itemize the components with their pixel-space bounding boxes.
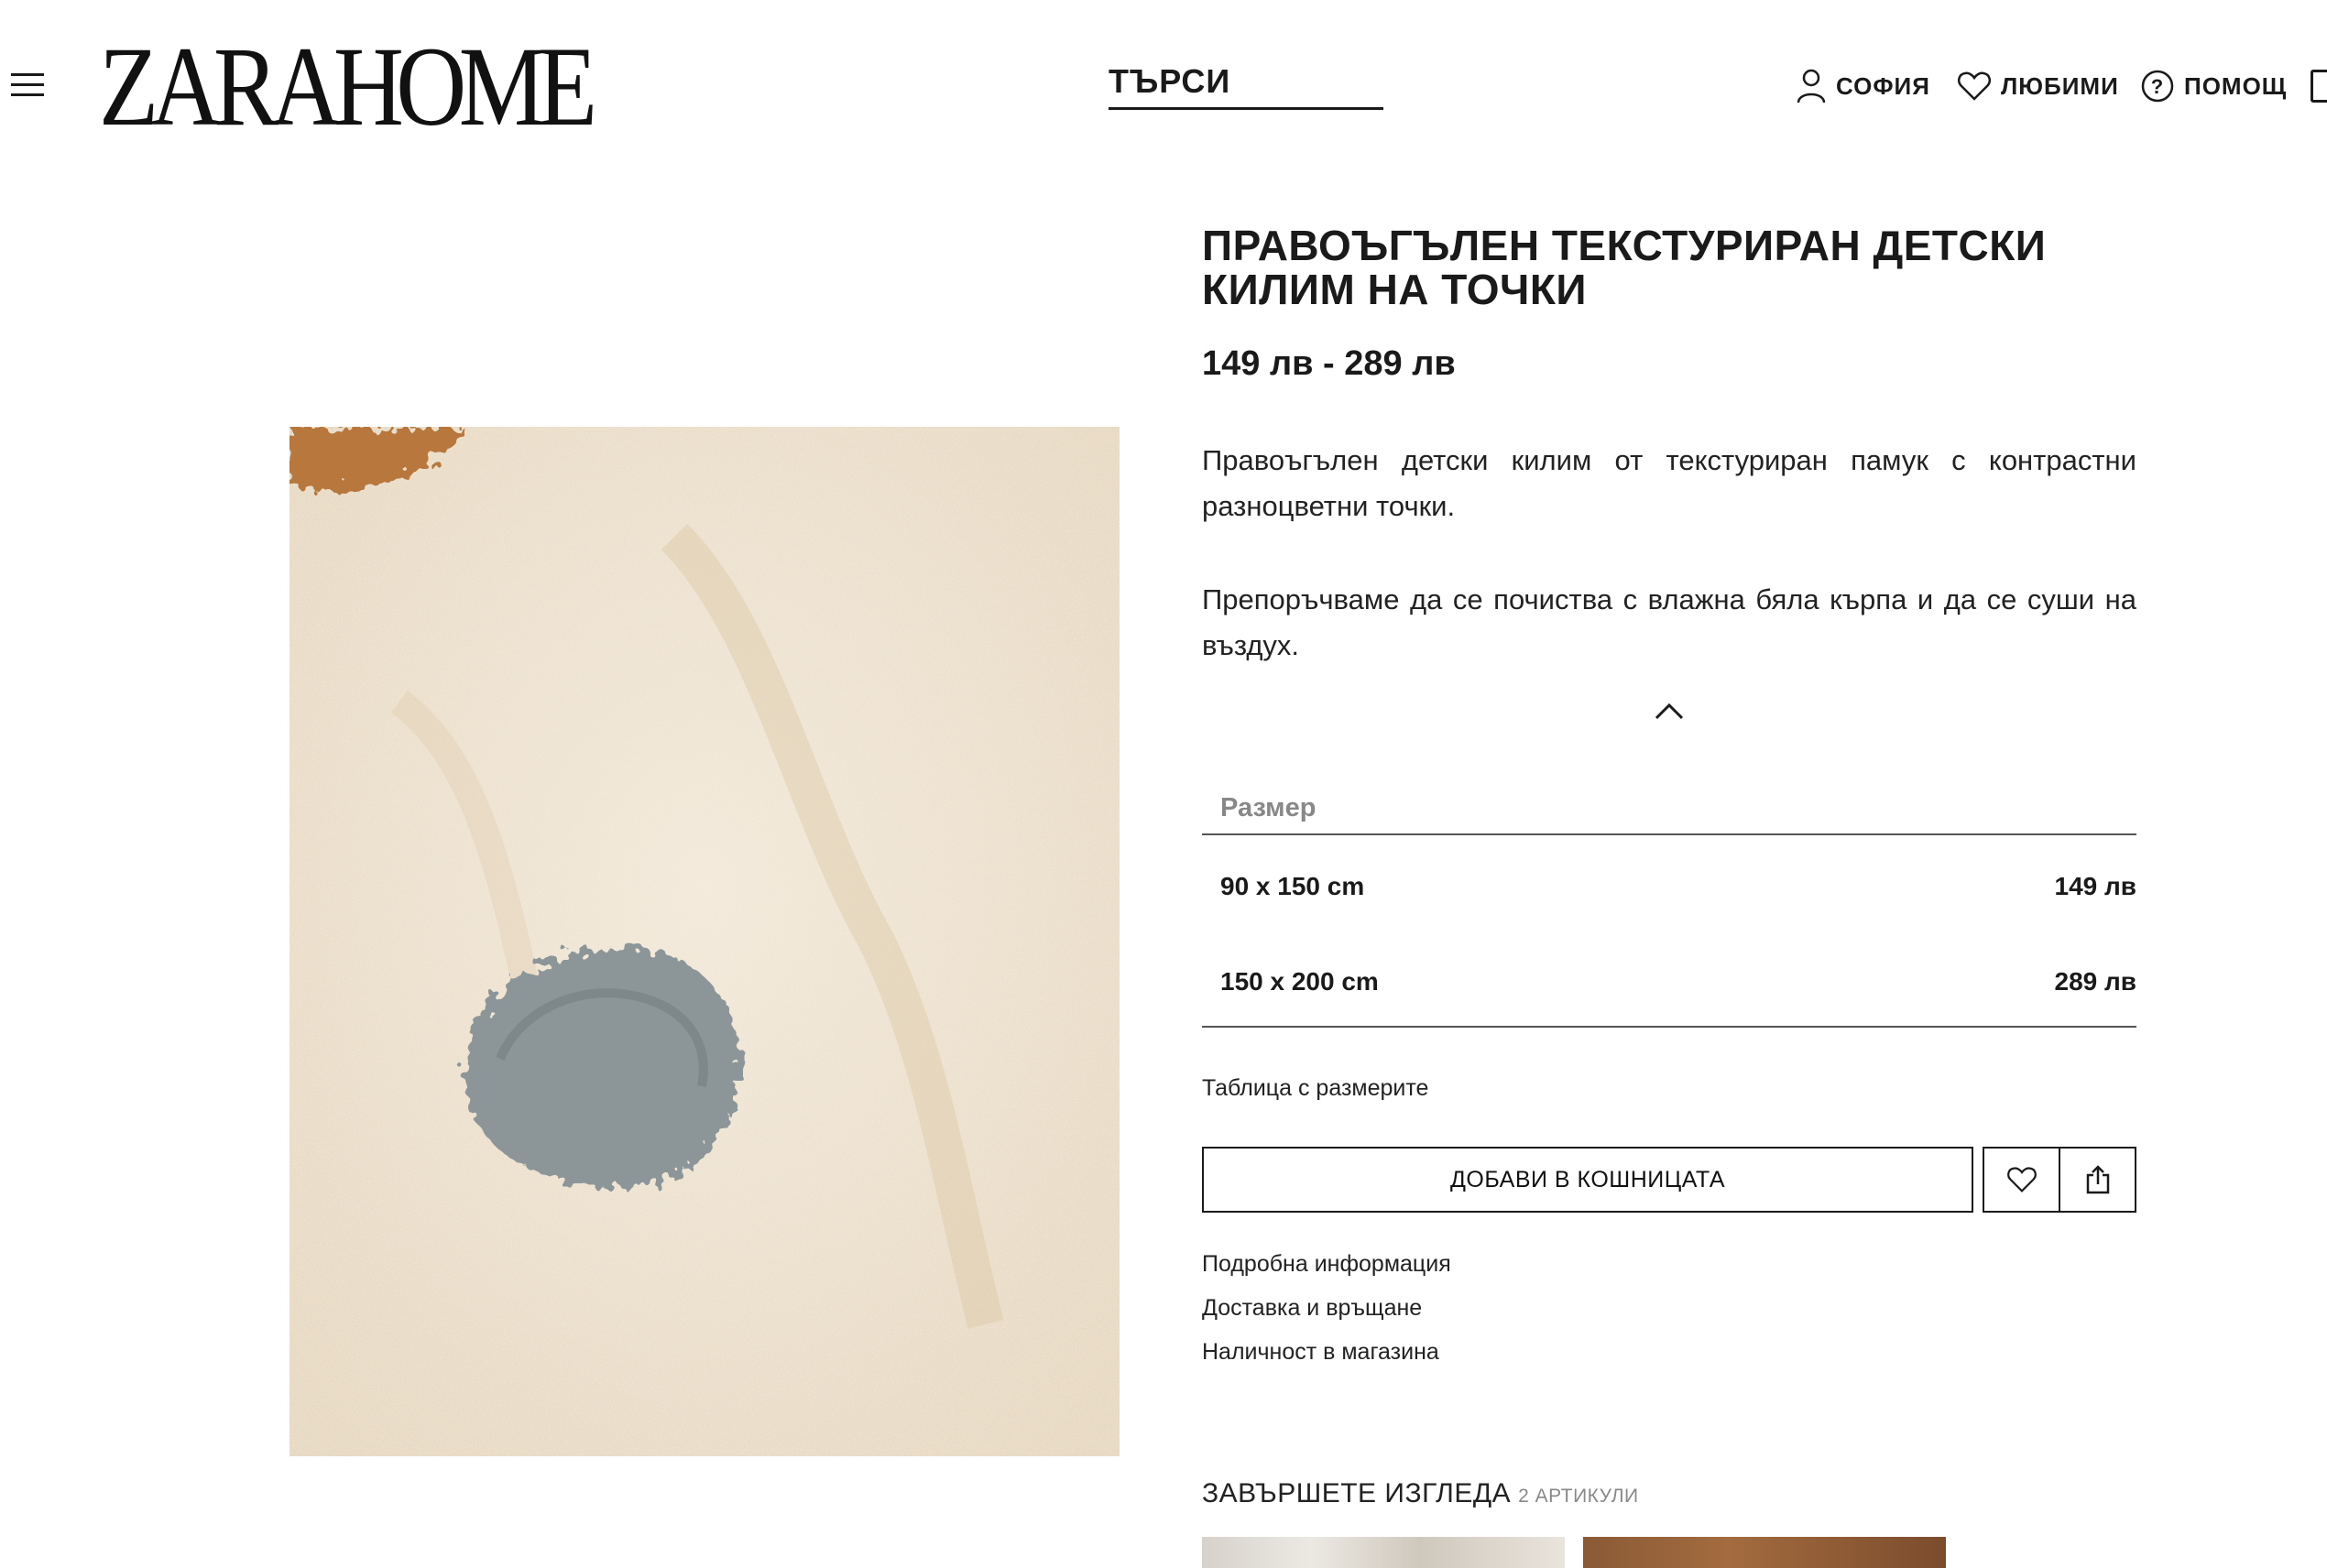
nav-store-location[interactable]: СОФИЯ <box>1796 64 1930 108</box>
size-option[interactable]: 150 x 200 cm 289 лв <box>1202 954 2136 1009</box>
product-care: Препоръчваме да се почиства с влажна бял… <box>1202 583 2136 661</box>
heart-icon <box>1957 71 1992 101</box>
size-value: 90 x 150 cm <box>1220 872 1365 900</box>
bag-icon[interactable] <box>2311 70 2327 103</box>
svg-text:?: ? <box>2151 75 2164 98</box>
product-title: ПРАВОЪГЪЛЕН ТЕКСТУРИРАН ДЕТСКИ КИЛИМ НА … <box>1202 222 2047 313</box>
shipping-returns-link[interactable]: Доставка и връщане <box>1202 1295 1422 1322</box>
product-price: 149 лв - 289 лв <box>1202 344 1456 383</box>
menu-icon[interactable] <box>11 73 44 97</box>
heart-icon <box>2006 1167 2037 1192</box>
size-price: 289 лв <box>2054 967 2137 996</box>
share-button[interactable] <box>2059 1149 2135 1211</box>
complete-look-item[interactable] <box>1583 1537 1946 1568</box>
favorite-button[interactable] <box>1984 1149 2059 1211</box>
action-buttons <box>1983 1147 2136 1213</box>
complete-look-title: ЗАВЪРШЕТЕ ИЗГЛЕДА <box>1202 1478 1512 1508</box>
product-description: Правоъгълен детски килим от текстуриран … <box>1202 444 2136 522</box>
store-availability-link[interactable]: Наличност в магазина <box>1202 1339 1439 1366</box>
nav-help[interactable]: ? ПОМОЩ <box>2140 64 2287 108</box>
complete-look-count: 2 АРТИКУЛИ <box>1518 1486 1639 1507</box>
size-table-link[interactable]: Таблица с размерите <box>1202 1075 1428 1102</box>
nav-favorites[interactable]: ЛЮБИМИ <box>1957 64 2119 108</box>
size-label: Размер <box>1220 793 1316 822</box>
size-option[interactable]: 90 x 150 cm 149 лв <box>1202 859 2136 914</box>
nav-city-label: СОФИЯ <box>1836 71 1930 100</box>
divider <box>1202 833 2136 835</box>
complete-look-heading: ЗАВЪРШЕТЕ ИЗГЛЕДА 2 АРТИКУЛИ <box>1202 1478 1639 1509</box>
rug-image <box>290 427 1120 1456</box>
complete-look-item[interactable] <box>1202 1537 1565 1568</box>
search-label: ТЪРСИ <box>1109 62 1231 100</box>
add-to-cart-button[interactable]: ДОБАВИ В КОШНИЦАТА <box>1202 1147 1973 1213</box>
nav-favorites-label: ЛЮБИМИ <box>2001 71 2119 100</box>
nav-help-label: ПОМОЩ <box>2184 71 2288 100</box>
product-image[interactable] <box>290 427 1120 1456</box>
details-link[interactable]: Подробна информация <box>1202 1251 1451 1278</box>
question-icon: ? <box>2141 70 2174 103</box>
search-input[interactable]: ТЪРСИ <box>1109 62 1383 110</box>
divider <box>1202 1026 2136 1028</box>
chevron-up-icon[interactable] <box>1653 698 1686 724</box>
user-icon <box>1797 69 1826 103</box>
share-icon <box>2086 1165 2109 1194</box>
size-price: 149 лв <box>2054 872 2137 900</box>
logo[interactable]: ZARAHOME <box>99 30 597 144</box>
size-value: 150 x 200 cm <box>1220 967 1379 996</box>
